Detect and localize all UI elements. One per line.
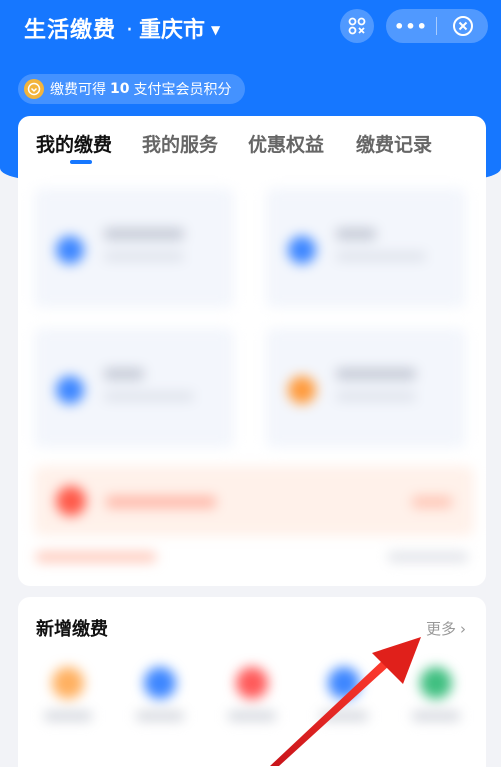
tab-payment-records[interactable]: 缴费记录 [356, 130, 432, 157]
tile-subtitle-placeholder [336, 392, 416, 401]
close-button[interactable] [437, 15, 488, 37]
caret-down-icon: ▼ [211, 23, 221, 37]
promo-icon [56, 486, 86, 516]
top-bar: 生活缴费 · 重庆市 ▼ ••• [0, 0, 501, 52]
service-label-placeholder [136, 711, 184, 721]
payment-type-icon [288, 236, 316, 264]
new-payment-title: 新增缴费 [36, 619, 108, 640]
card-footer-left-placeholder [36, 552, 156, 562]
payment-type-icon [56, 236, 84, 264]
service-icon [52, 667, 84, 699]
tile-title-placeholder [104, 228, 184, 240]
scan-button[interactable] [340, 9, 374, 43]
service-item[interactable] [222, 667, 282, 727]
promo-banner[interactable] [34, 466, 474, 536]
my-payment-card: 我的缴费 我的服务 优惠权益 缴费记录 [18, 116, 486, 586]
points-value: 10 [110, 81, 130, 97]
payment-tile[interactable] [34, 328, 234, 448]
payment-type-icon [56, 376, 84, 404]
points-prefix: 缴费可得 [50, 82, 106, 98]
tab-my-payment[interactable]: 我的缴费 [36, 130, 112, 157]
promo-action-placeholder [412, 496, 452, 508]
service-item[interactable] [406, 667, 466, 727]
service-label-placeholder [320, 711, 368, 721]
mini-program-capsule: ••• [386, 9, 488, 43]
title-separator: · [126, 18, 133, 43]
tile-title-placeholder [336, 368, 416, 380]
chevron-right-icon: › [460, 620, 466, 638]
close-icon [452, 16, 473, 36]
tile-subtitle-placeholder [336, 252, 426, 261]
tab-active-indicator [70, 160, 92, 164]
service-icon [236, 667, 268, 699]
card-footer-right-placeholder [388, 552, 468, 562]
city-selector[interactable]: · 重庆市 ▼ [126, 12, 220, 44]
tile-title-placeholder [104, 368, 144, 380]
more-label: 更多 [425, 620, 456, 638]
payment-tile[interactable] [266, 328, 466, 448]
points-badge[interactable]: 缴费可得 10 支付宝会员积分 [18, 74, 246, 104]
payment-type-icon [288, 376, 316, 404]
tile-subtitle-placeholder [104, 252, 184, 261]
tab-bar: 我的缴费 我的服务 优惠权益 缴费记录 [18, 116, 486, 172]
tab-benefits[interactable]: 优惠权益 [248, 130, 324, 157]
service-icon [144, 667, 176, 699]
new-payment-section: 新增缴费 更多 › [18, 597, 486, 767]
promo-text-placeholder [106, 496, 216, 508]
tile-title-placeholder [336, 228, 376, 240]
service-item[interactable] [38, 667, 98, 727]
service-label-placeholder [44, 711, 92, 721]
scan-icon [348, 17, 366, 35]
service-icon [328, 667, 360, 699]
more-link[interactable]: 更多 › [426, 618, 466, 639]
tab-my-services[interactable]: 我的服务 [142, 130, 218, 157]
payment-tile[interactable] [34, 188, 234, 308]
payment-tile[interactable] [266, 188, 466, 308]
points-suffix: 支付宝会员积分 [133, 82, 232, 98]
page-title: 生活缴费 [24, 18, 117, 43]
service-label-placeholder [412, 711, 460, 721]
coin-icon [24, 79, 44, 99]
tile-subtitle-placeholder [104, 392, 194, 401]
more-menu-button[interactable]: ••• [386, 17, 436, 36]
city-name: 重庆市 [139, 18, 206, 43]
service-item[interactable] [130, 667, 190, 727]
service-label-placeholder [228, 711, 276, 721]
service-item[interactable] [314, 667, 374, 727]
service-icon [420, 667, 452, 699]
